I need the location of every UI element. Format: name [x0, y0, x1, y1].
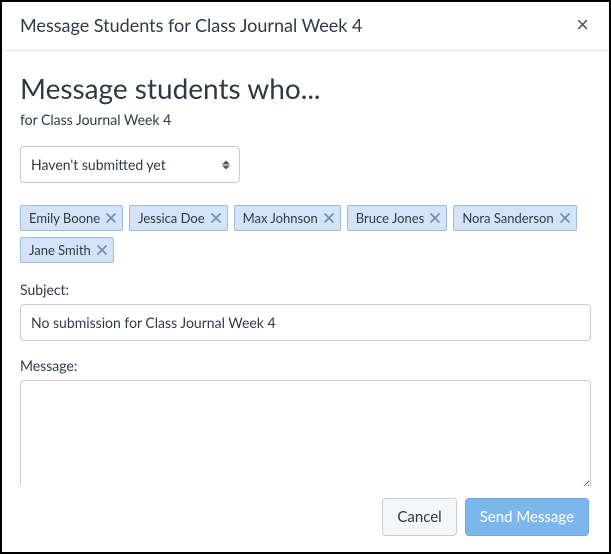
cancel-button-label: Cancel [397, 508, 441, 526]
remove-recipient-button[interactable] [430, 213, 440, 223]
recipient-name: Nora Sanderson [462, 210, 553, 226]
recipient-name: Max Johnson [243, 210, 318, 226]
message-field-group: Message: [20, 357, 591, 494]
recipient-chip[interactable]: Jane Smith [20, 237, 114, 263]
recipient-name: Bruce Jones [356, 210, 425, 226]
remove-recipient-button[interactable] [560, 213, 570, 223]
cancel-button[interactable]: Cancel [382, 498, 456, 536]
recipient-chip[interactable]: Nora Sanderson [453, 205, 576, 231]
recipient-name: Jessica Doe [138, 210, 205, 226]
message-label: Message: [20, 357, 591, 374]
recipient-chip[interactable]: Jessica Doe [129, 205, 228, 231]
x-icon [211, 213, 221, 223]
x-icon [97, 245, 107, 255]
modal-title: Message Students for Class Journal Week … [20, 14, 362, 36]
x-icon [560, 213, 570, 223]
send-message-button-label: Send Message [480, 508, 574, 526]
x-icon [106, 213, 116, 223]
subject-label: Subject: [20, 281, 591, 298]
x-icon [430, 213, 440, 223]
remove-recipient-button[interactable] [106, 213, 116, 223]
message-students-modal: Message Students for Class Journal Week … [0, 0, 611, 554]
remove-recipient-button[interactable] [97, 245, 107, 255]
close-icon: × [576, 12, 589, 37]
recipient-name: Jane Smith [29, 242, 91, 258]
remove-recipient-button[interactable] [324, 213, 334, 223]
subheading: for Class Journal Week 4 [20, 111, 591, 128]
recipient-chip[interactable]: Bruce Jones [347, 205, 448, 231]
recipient-name: Emily Boone [29, 210, 100, 226]
close-button[interactable]: × [574, 14, 591, 36]
recipient-chip-list: Emily Boone Jessica Doe Max Johnson Bruc… [20, 205, 591, 263]
criteria-select[interactable]: Haven't submitted yet [20, 146, 240, 183]
recipient-chip[interactable]: Emily Boone [20, 205, 123, 231]
subject-input[interactable] [20, 304, 591, 341]
modal-header: Message Students for Class Journal Week … [2, 2, 609, 51]
message-textarea[interactable] [20, 380, 591, 490]
modal-footer: Cancel Send Message [4, 486, 607, 550]
send-message-button[interactable]: Send Message [465, 498, 589, 536]
criteria-select-wrap: Haven't submitted yet [20, 146, 240, 183]
x-icon [324, 213, 334, 223]
recipient-chip[interactable]: Max Johnson [234, 205, 341, 231]
subject-field-group: Subject: [20, 281, 591, 341]
remove-recipient-button[interactable] [211, 213, 221, 223]
modal-body: Message students who... for Class Journa… [2, 51, 609, 494]
headline: Message students who... [20, 71, 591, 105]
